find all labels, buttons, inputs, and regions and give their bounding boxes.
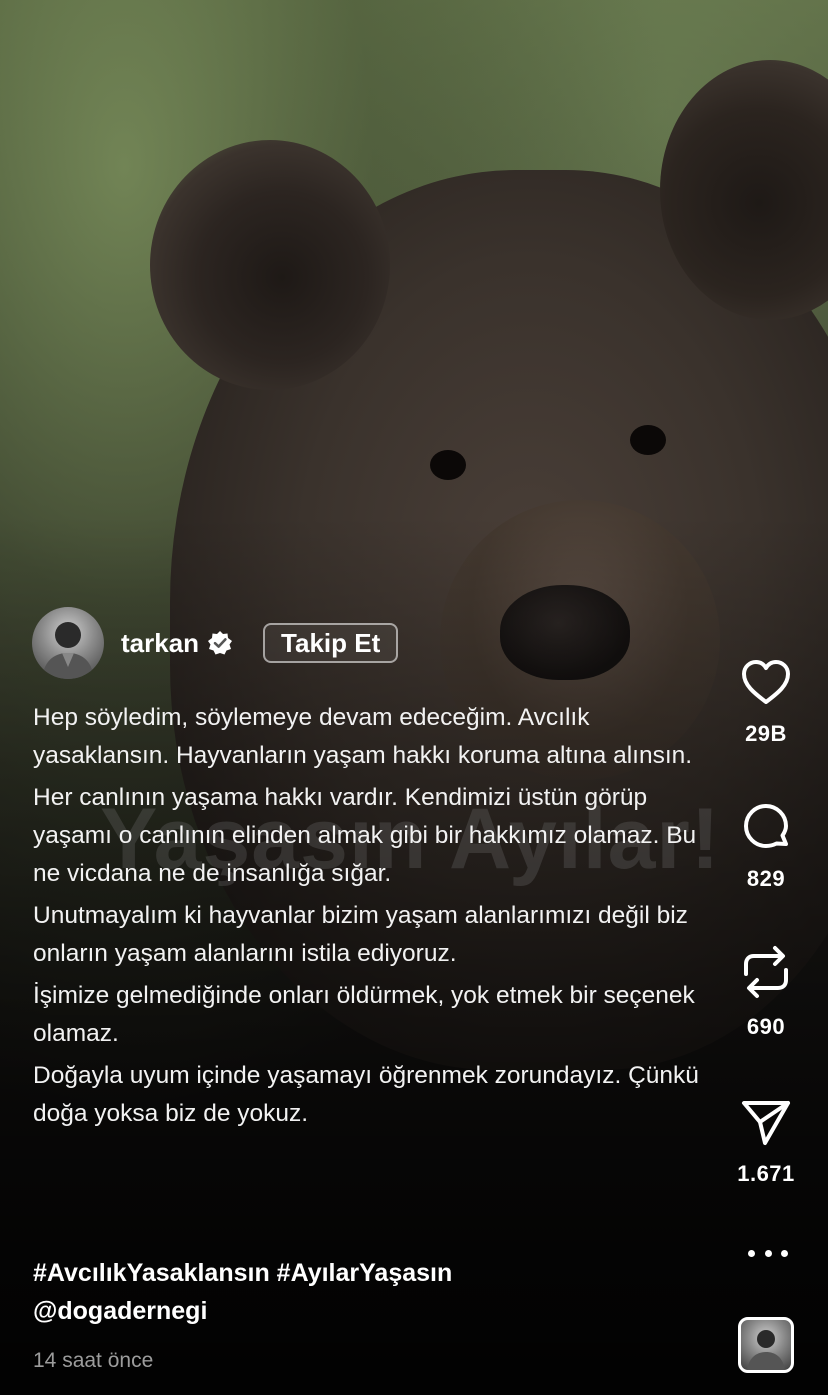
avatar-person-icon xyxy=(42,622,94,679)
comment-count: 829 xyxy=(746,866,786,891)
comment-button[interactable]: 829 xyxy=(725,800,807,892)
audio-thumbnail[interactable] xyxy=(738,1317,794,1373)
post-timestamp: 14 saat önce xyxy=(33,1349,154,1372)
avatar[interactable] xyxy=(32,607,104,679)
like-count: 29B xyxy=(745,721,787,746)
repost-icon xyxy=(744,946,788,998)
share-button[interactable]: 1.671 xyxy=(725,1095,807,1187)
follow-button[interactable]: Takip Et xyxy=(263,623,399,663)
caption-paragraph: İşimize gelmediğinde onları öldürmek, yo… xyxy=(33,982,695,1047)
more-options-button[interactable] xyxy=(748,1238,788,1268)
post-caption: Hep söyledim, söylemeye devam edeceğim. … xyxy=(33,699,713,1137)
tags-block: #AvcılıkYasaklansın #AyılarYaşasın @doga… xyxy=(33,1254,452,1330)
caption-paragraph: Doğayla uyum içinde yaşamayı öğrenmek zo… xyxy=(33,1062,699,1127)
hashtags-link[interactable]: #AvcılıkYasaklansın #AyılarYaşasın xyxy=(33,1254,452,1292)
caption-paragraph: Unutmayalım ki hayvanlar bizim yaşam ala… xyxy=(33,902,688,967)
caption-paragraph: Her canlının yaşama hakkı vardır. Kendim… xyxy=(33,784,697,887)
background-photo: Yaşasın Ayılar! xyxy=(0,0,828,1395)
post-header: tarkan Takip Et xyxy=(32,607,399,679)
mention-link[interactable]: @dogadernegi xyxy=(33,1292,452,1330)
share-count: 1.671 xyxy=(737,1161,795,1186)
verified-badge-icon xyxy=(208,631,233,655)
share-icon xyxy=(742,1101,790,1145)
avatar-person-icon xyxy=(747,1330,785,1370)
comment-icon xyxy=(744,804,788,848)
repost-button[interactable]: 690 xyxy=(725,940,807,1040)
like-button[interactable]: 29B xyxy=(725,655,807,747)
heart-icon xyxy=(742,660,790,704)
repost-count: 690 xyxy=(746,1014,786,1039)
more-icon xyxy=(748,1249,755,1257)
caption-paragraph: Hep söyledim, söylemeye devam edeceğim. … xyxy=(33,704,693,769)
username[interactable]: tarkan xyxy=(121,628,199,659)
